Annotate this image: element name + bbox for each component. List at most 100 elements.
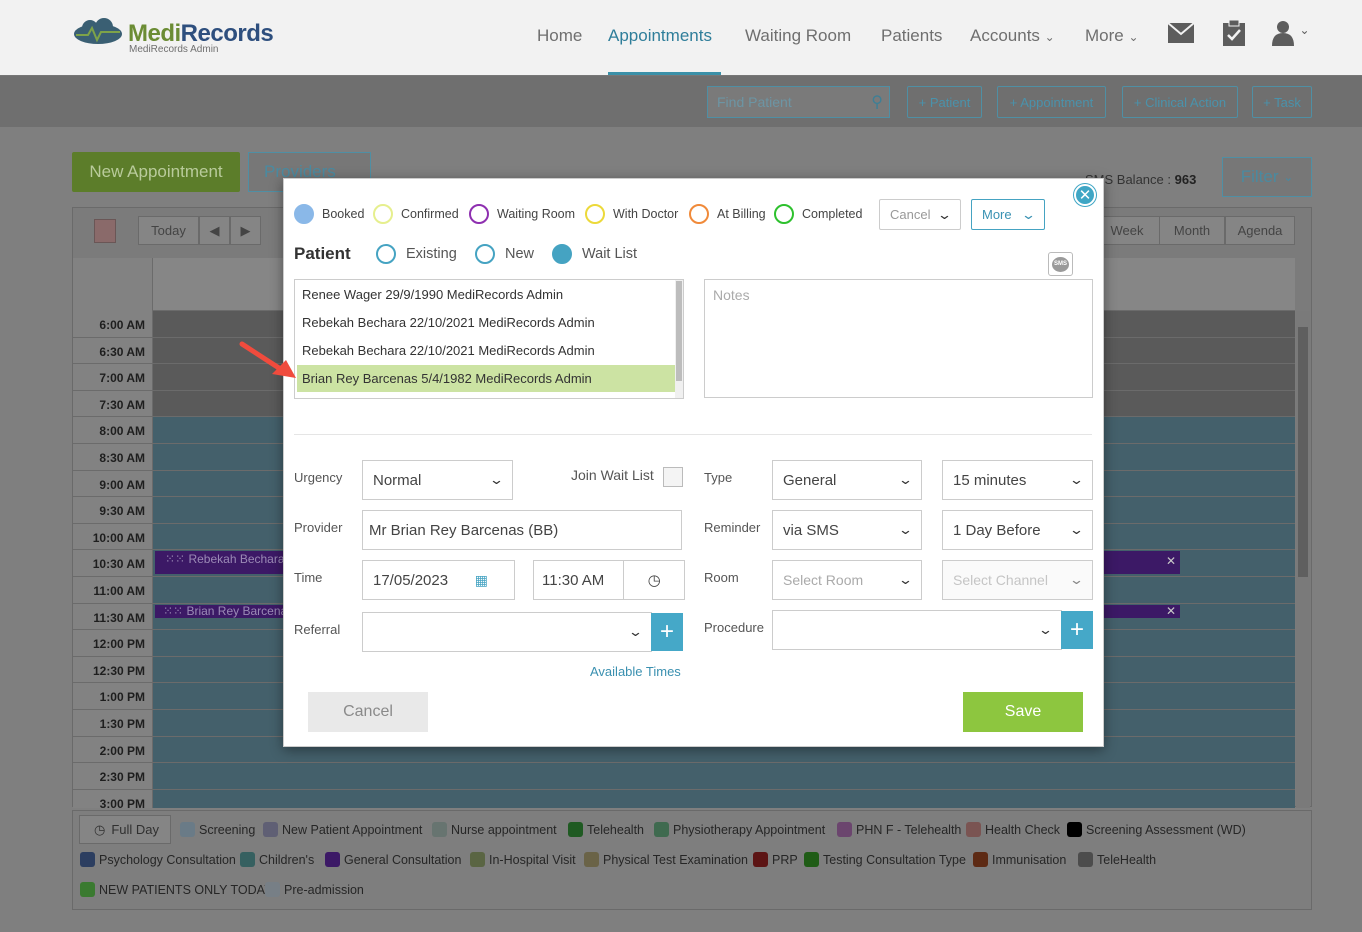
date-input[interactable]: 17/05/2023 ▦ [362, 560, 515, 600]
time-value: 11:30 AM [542, 571, 605, 589]
patient-type-existing[interactable]: Existing [376, 244, 457, 264]
patient-type-wait-list[interactable]: Wait List [552, 244, 637, 264]
calendar-scrollbar[interactable] [1296, 311, 1310, 808]
add-appointment-button[interactable]: + Appointment [997, 86, 1106, 118]
time-label: 11:00 AM [93, 584, 145, 598]
status-confirmed[interactable]: Confirmed [373, 204, 459, 224]
notes-textarea[interactable]: Notes [704, 279, 1093, 398]
provider-input[interactable]: Mr Brian Rey Barcenas (BB) [362, 510, 682, 550]
sms-icon[interactable]: SMS [1048, 252, 1073, 276]
add-procedure-button[interactable]: + [1061, 611, 1093, 649]
status-completed[interactable]: Completed [774, 204, 862, 224]
more-status-dropdown[interactable]: More ⌄ [971, 199, 1045, 230]
duration-select[interactable]: 15 minutes ⌄ [942, 460, 1093, 500]
nav-accounts[interactable]: Accounts ⌄ [970, 26, 1055, 46]
legend-swatch [804, 852, 819, 867]
close-icon[interactable]: ✕ [1166, 555, 1176, 568]
available-times-link[interactable]: Available Times [590, 664, 681, 679]
patient-list[interactable]: Renee Wager 29/9/1990 MediRecords Admin … [294, 279, 684, 399]
scrollbar-thumb[interactable] [676, 281, 682, 381]
nav-appointments[interactable]: Appointments [608, 26, 712, 46]
legend-swatch [966, 822, 981, 837]
legend-item: Children's [240, 852, 314, 867]
save-button[interactable]: Save [963, 692, 1083, 732]
urgency-select[interactable]: Normal ⌄ [362, 460, 513, 500]
reminder-timing-value: 1 Day Before [953, 521, 1041, 539]
channel-select[interactable]: Select Channel ⌄ [942, 560, 1093, 600]
add-clinical-action-button[interactable]: + Clinical Action [1122, 86, 1238, 118]
brand-name-part1: Medi [128, 20, 181, 47]
status-booked[interactable]: Booked [294, 204, 364, 224]
patient-list-scrollbar[interactable] [675, 280, 683, 398]
close-icon[interactable]: ✕ [1166, 605, 1176, 618]
calendar-appointment[interactable]: ⁙⁙ Rebekah Bechara [155, 551, 285, 574]
view-month[interactable]: Month [1159, 216, 1225, 245]
legend-label: TeleHealth [1097, 852, 1157, 867]
legend-item: Physical Test Examination [584, 852, 748, 867]
patient-type-new[interactable]: New [475, 244, 534, 264]
nav-more[interactable]: More ⌄ [1085, 26, 1139, 46]
join-wait-list-checkbox[interactable] [663, 467, 683, 487]
calendar-appointment[interactable]: ⁙⁙ Brian Rey Barcenas [155, 605, 285, 618]
status-at-billing[interactable]: At Billing [689, 204, 766, 224]
pdf-icon[interactable] [94, 219, 116, 243]
referral-select[interactable]: ⌄ [362, 612, 652, 652]
radio-label: Existing [406, 246, 457, 262]
room-select[interactable]: Select Room ⌄ [772, 560, 922, 600]
patient-list-item[interactable]: Rebekah Bechara 22/10/2021 MediRecords A… [302, 343, 595, 358]
mail-icon[interactable] [1166, 18, 1196, 48]
add-task-button[interactable]: + Task [1252, 86, 1312, 118]
status-circle-icon [469, 204, 489, 224]
legend-swatch [584, 852, 599, 867]
nav-waiting-room[interactable]: Waiting Room [745, 26, 851, 46]
patient-list-item[interactable]: Rebekah Bechara 22/10/2021 MediRecords A… [302, 315, 595, 330]
today-button[interactable]: Today [138, 216, 199, 245]
type-select[interactable]: General ⌄ [772, 460, 922, 500]
status-waiting-room[interactable]: Waiting Room [469, 204, 575, 224]
patient-list-item-selected[interactable]: Brian Rey Barcenas 5/4/1982 MediRecords … [297, 365, 677, 392]
chevron-down-icon: ⌄ [897, 572, 914, 587]
procedure-select[interactable]: ⌄ [772, 610, 1062, 650]
referral-label: Referral [294, 622, 341, 637]
time-slot[interactable]: 3:00 PM [73, 790, 1295, 811]
legend-swatch [753, 852, 768, 867]
view-agenda[interactable]: Agenda [1225, 216, 1295, 245]
prev-icon[interactable]: ◀ [199, 216, 230, 245]
cancel-button[interactable]: Cancel [308, 692, 428, 732]
chevron-down-icon: ⌄ [897, 472, 914, 487]
reminder-method-select[interactable]: via SMS ⌄ [772, 510, 922, 550]
close-dialog-icon[interactable]: ✕ [1074, 184, 1096, 206]
nav-patients[interactable]: Patients [881, 26, 942, 46]
nav-home[interactable]: Home [537, 26, 582, 46]
next-icon[interactable]: ▶ [230, 216, 261, 245]
full-day-button[interactable]: ◷ Full Day [79, 815, 171, 844]
calendar-appointment-continuation[interactable]: ✕ [1100, 605, 1180, 618]
clipboard-check-icon[interactable] [1219, 18, 1249, 48]
cancel-status-label: Cancel [890, 207, 931, 222]
legend-swatch [240, 852, 255, 867]
search-icon[interactable]: ⚲ [871, 92, 883, 112]
cancel-status-dropdown[interactable]: Cancel ⌄ [879, 199, 961, 230]
patient-list-item[interactable]: Renee Wager 29/9/1990 MediRecords Admin [302, 287, 563, 302]
scrollbar-thumb[interactable] [1298, 327, 1308, 577]
add-referral-button[interactable]: + [651, 613, 683, 651]
legend-label: In-Hospital Visit [489, 852, 576, 867]
status-with-doctor[interactable]: With Doctor [585, 204, 678, 224]
clock-icon[interactable]: ◷ [623, 561, 684, 599]
add-patient-button[interactable]: + Patient [907, 86, 982, 118]
find-patient-placeholder: Find Patient [717, 94, 792, 110]
time-label: 7:30 AM [99, 397, 145, 412]
channel-placeholder: Select Channel [953, 572, 1048, 588]
legend-label: Psychology Consultation [99, 852, 236, 867]
filter-dropdown[interactable]: Filter ⌄ [1222, 157, 1312, 197]
find-patient-input[interactable]: Find Patient ⚲ [707, 86, 890, 118]
user-menu-icon[interactable]: ⌄ [1268, 18, 1314, 48]
reminder-timing-select[interactable]: 1 Day Before ⌄ [942, 510, 1093, 550]
new-appointment-button[interactable]: New Appointment [72, 152, 240, 192]
time-slot[interactable]: 2:30 PM [73, 763, 1295, 790]
time-input[interactable]: 11:30 AM ◷ [533, 560, 685, 600]
legend-swatch [432, 822, 447, 837]
calendar-icon[interactable]: ▦ [475, 572, 488, 589]
calendar-appointment-continuation[interactable]: ✕ [1100, 551, 1180, 574]
time-label: 10:00 AM [92, 530, 145, 545]
